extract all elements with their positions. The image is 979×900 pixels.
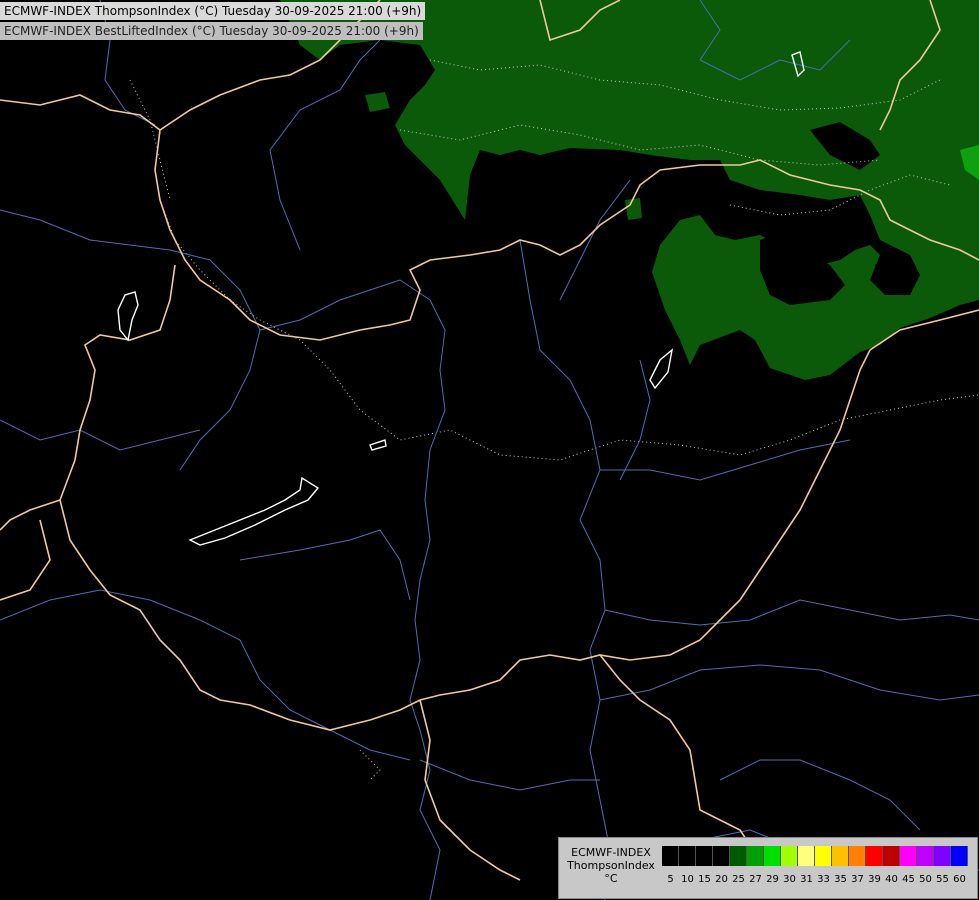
- weather-map: [0, 0, 979, 900]
- legend-tick-label: 40: [885, 874, 898, 885]
- legend-tick-label: 15: [698, 874, 711, 885]
- legend-tick-label: 31: [800, 874, 813, 885]
- legend-tick-label: 10: [681, 874, 694, 885]
- legend-swatch: [951, 846, 968, 866]
- legend-tick-label: 30: [783, 874, 796, 885]
- legend-swatch: [883, 846, 900, 866]
- color-legend: ECMWF-INDEX ThompsonIndex °C 5 10 15 20 25 27…: [558, 837, 978, 899]
- legend-ticks: 5 10 15 20 25 27 29 30 31 33 35 37 39 40 45 50 55 60: [662, 874, 968, 885]
- legend-swatch: [832, 846, 849, 866]
- legend-swatch: [662, 846, 679, 866]
- legend-swatch: [679, 846, 696, 866]
- field-patch-2: [625, 198, 642, 220]
- legend-swatch: [730, 846, 747, 866]
- legend-tick-label: 60: [953, 874, 966, 885]
- legend-tick-label: 35: [834, 874, 847, 885]
- map-title-lifted: ECMWF-INDEX BestLiftedIndex (°C) Tuesday…: [0, 22, 423, 40]
- legend-swatch: [900, 846, 917, 866]
- legend-swatch: [713, 846, 730, 866]
- legend-tick-label: 29: [766, 874, 779, 885]
- legend-tick-label: 27: [749, 874, 762, 885]
- map-title-thompson: ECMWF-INDEX ThompsonIndex (°C) Tuesday 3…: [0, 2, 426, 20]
- legend-title: ECMWF-INDEX: [571, 846, 651, 859]
- legend-swatches: [662, 846, 968, 866]
- legend-label: ECMWF-INDEX ThompsonIndex °C: [563, 846, 659, 885]
- legend-swatch: [815, 846, 832, 866]
- legend-tick-label: 39: [868, 874, 881, 885]
- legend-parameter: ThompsonIndex: [567, 859, 655, 872]
- legend-tick-label: 55: [936, 874, 949, 885]
- legend-swatch: [934, 846, 951, 866]
- legend-swatch: [798, 846, 815, 866]
- legend-tick-label: 33: [817, 874, 830, 885]
- legend-swatch: [849, 846, 866, 866]
- legend-tick-label: 45: [902, 874, 915, 885]
- legend-swatch: [866, 846, 883, 866]
- legend-swatch: [696, 846, 713, 866]
- legend-tick-label: 5: [667, 874, 674, 885]
- legend-unit: °C: [604, 872, 618, 885]
- legend-tick-label: 20: [715, 874, 728, 885]
- legend-swatch: [747, 846, 764, 866]
- legend-swatch: [781, 846, 798, 866]
- legend-tick-label: 50: [919, 874, 932, 885]
- legend-swatch: [917, 846, 934, 866]
- legend-swatch: [764, 846, 781, 866]
- legend-tick-label: 25: [732, 874, 745, 885]
- legend-tick-label: 37: [851, 874, 864, 885]
